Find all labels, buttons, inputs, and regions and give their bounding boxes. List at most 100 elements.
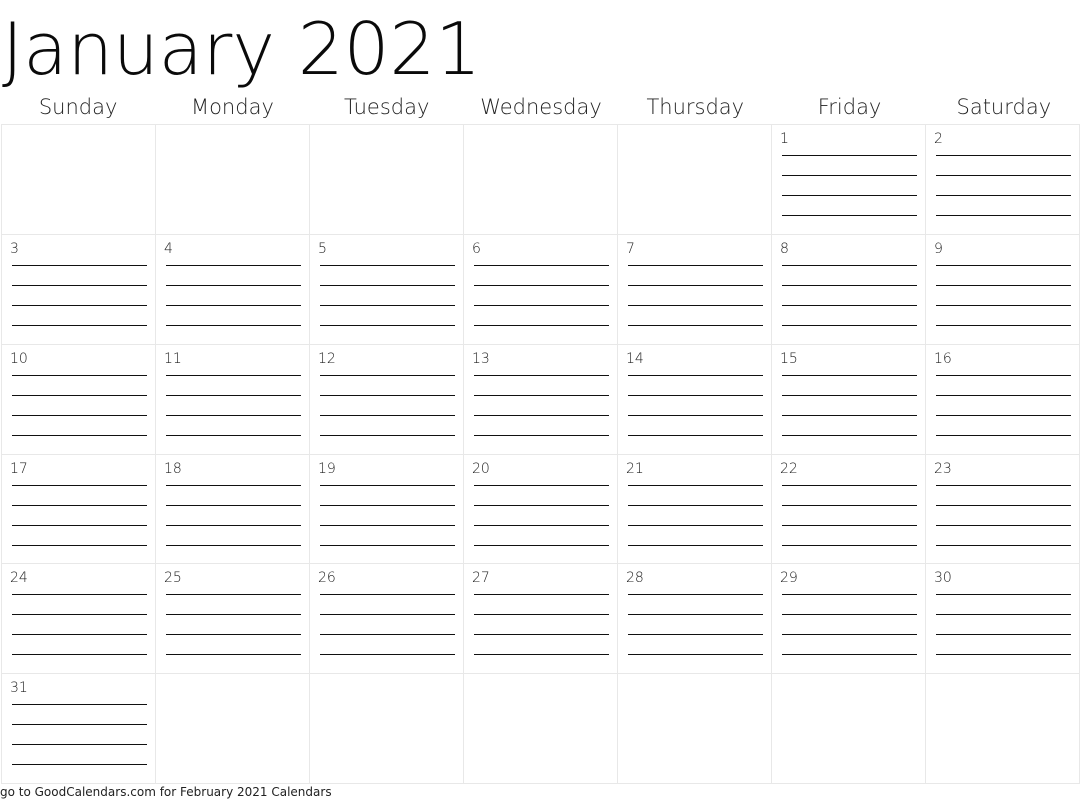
writing-line bbox=[12, 524, 147, 526]
writing-line bbox=[12, 434, 147, 436]
day-cell: 26 bbox=[310, 564, 464, 675]
writing-line bbox=[628, 414, 763, 416]
writing-line bbox=[166, 394, 301, 396]
writing-line bbox=[320, 324, 455, 326]
day-number: 25 bbox=[164, 570, 182, 587]
writing-line bbox=[936, 324, 1071, 326]
writing-line bbox=[936, 524, 1071, 526]
writing-line bbox=[12, 394, 147, 396]
day-number: 30 bbox=[934, 570, 952, 587]
day-number: 19 bbox=[318, 460, 336, 477]
writing-line bbox=[628, 394, 763, 396]
writing-line bbox=[12, 744, 147, 746]
writing-line bbox=[474, 414, 609, 416]
writing-line bbox=[12, 264, 147, 266]
writing-line bbox=[320, 484, 455, 486]
day-cell: 9 bbox=[926, 234, 1080, 345]
day-number: 24 bbox=[10, 570, 28, 587]
writing-line bbox=[782, 215, 917, 216]
day-number: 6 bbox=[472, 240, 481, 257]
day-cell: 25 bbox=[156, 564, 310, 675]
day-number: 9 bbox=[934, 240, 943, 257]
day-cell: 11 bbox=[156, 344, 310, 455]
writing-line bbox=[12, 284, 147, 286]
writing-line bbox=[474, 544, 609, 546]
writing-line bbox=[628, 374, 763, 376]
day-number: 22 bbox=[780, 460, 798, 477]
writing-line bbox=[936, 484, 1071, 486]
writing-line bbox=[782, 284, 917, 286]
writing-line bbox=[12, 654, 147, 656]
writing-line bbox=[12, 704, 147, 706]
day-number: 16 bbox=[934, 350, 952, 367]
writing-line bbox=[782, 175, 917, 176]
writing-line bbox=[628, 304, 763, 306]
writing-line bbox=[320, 414, 455, 416]
writing-line bbox=[320, 504, 455, 506]
empty-day-cell bbox=[618, 674, 772, 784]
weekday-thursday: Thursday bbox=[646, 95, 745, 119]
day-cell: 20 bbox=[464, 454, 618, 565]
day-number: 12 bbox=[318, 350, 336, 367]
weekday-monday: Monday bbox=[190, 95, 274, 119]
day-number: 13 bbox=[472, 350, 490, 367]
writing-line bbox=[628, 264, 763, 266]
writing-line bbox=[628, 434, 763, 436]
writing-line bbox=[320, 304, 455, 306]
writing-line bbox=[782, 614, 917, 616]
day-cell: 6 bbox=[464, 234, 618, 345]
writing-line bbox=[320, 614, 455, 616]
writing-line bbox=[474, 374, 609, 376]
writing-line bbox=[474, 504, 609, 506]
writing-line bbox=[782, 304, 917, 306]
empty-day-cell bbox=[464, 125, 618, 235]
empty-day-cell bbox=[464, 674, 618, 784]
empty-day-cell bbox=[156, 125, 310, 235]
writing-line bbox=[936, 155, 1071, 156]
day-number: 28 bbox=[626, 570, 644, 587]
writing-line bbox=[166, 504, 301, 506]
writing-line bbox=[936, 284, 1071, 286]
day-cell: 29 bbox=[772, 564, 926, 675]
writing-line bbox=[628, 284, 763, 286]
writing-line bbox=[12, 614, 147, 616]
day-cell: 17 bbox=[2, 454, 156, 565]
day-number: 17 bbox=[10, 460, 28, 477]
day-number: 27 bbox=[472, 570, 490, 587]
writing-line bbox=[628, 324, 763, 326]
empty-day-cell bbox=[926, 674, 1080, 784]
writing-line bbox=[166, 304, 301, 306]
day-cell: 21 bbox=[618, 454, 772, 565]
writing-line bbox=[320, 634, 455, 636]
day-cell: 19 bbox=[310, 454, 464, 565]
day-cell: 4 bbox=[156, 234, 310, 345]
writing-line bbox=[474, 524, 609, 526]
day-cell: 24 bbox=[2, 564, 156, 675]
writing-line bbox=[320, 594, 455, 596]
empty-day-cell bbox=[618, 125, 772, 235]
day-number: 8 bbox=[780, 240, 789, 257]
day-cell: 3 bbox=[2, 234, 156, 345]
writing-line bbox=[320, 434, 455, 436]
footer-link-text[interactable]: go to GoodCalendars.com for February 202… bbox=[0, 784, 332, 800]
writing-line bbox=[474, 614, 609, 616]
writing-line bbox=[166, 544, 301, 546]
writing-line bbox=[782, 195, 917, 196]
writing-line bbox=[320, 374, 455, 376]
writing-line bbox=[628, 544, 763, 546]
day-cell: 18 bbox=[156, 454, 310, 565]
writing-line bbox=[320, 654, 455, 656]
writing-line bbox=[782, 374, 917, 376]
writing-line bbox=[12, 484, 147, 486]
writing-line bbox=[782, 544, 917, 546]
day-number: 15 bbox=[780, 350, 798, 367]
day-number: 18 bbox=[164, 460, 182, 477]
writing-line bbox=[936, 594, 1071, 596]
writing-line bbox=[782, 654, 917, 656]
writing-line bbox=[166, 484, 301, 486]
day-cell: 28 bbox=[618, 564, 772, 675]
weekday-header-row: Sunday Monday Tuesday Wednesday Thursday… bbox=[1, 92, 1081, 122]
writing-line bbox=[12, 724, 147, 726]
writing-line bbox=[628, 484, 763, 486]
writing-line bbox=[166, 634, 301, 636]
